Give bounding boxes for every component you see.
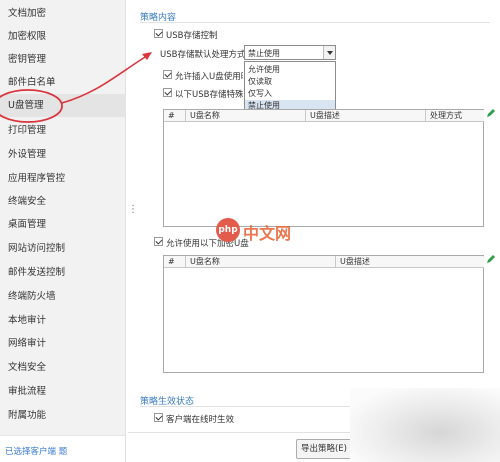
option-read-only[interactable]: 仅读取 — [245, 76, 335, 87]
sidebar-item-website-access-control[interactable]: 网站访问控制 — [0, 237, 126, 260]
usb-control-checkbox[interactable] — [154, 29, 163, 38]
sidebar-item-encryption-permission[interactable]: 加密权限 — [0, 25, 126, 48]
default-handling-select[interactable]: 禁止使用 — [244, 45, 336, 60]
selected-clients-link[interactable]: 已选择客户端 题 — [5, 445, 67, 457]
usb-special-table: # U盘名称 U盘描述 处理方式 — [163, 109, 484, 227]
sidebar-item-desktop-management[interactable]: 桌面管理 — [0, 213, 126, 236]
usb-control-label: USB存储控制 — [166, 31, 218, 41]
allow-following-checkbox[interactable] — [154, 237, 163, 246]
sidebar-item-auxiliary-functions[interactable]: 附属功能 — [0, 404, 126, 427]
table-header-usb-name: U盘名称 — [186, 256, 336, 268]
sidebar: 文档加密 加密权限 密钥管理 邮件白名单 U盘管理 打印管理 外设管理 应用程序… — [0, 0, 126, 435]
allow-insert-checkbox[interactable] — [163, 70, 172, 79]
table-header-index: # — [164, 110, 186, 122]
sidebar-item-mail-whitelist[interactable]: 邮件白名单 — [0, 71, 126, 94]
arrowhead — [142, 52, 152, 60]
table-header-index: # — [164, 256, 186, 268]
client-offline-checkbox[interactable] — [154, 413, 163, 422]
default-handling-dropdown: 允许使用 仅读取 仅写入 禁止使用 — [244, 61, 336, 113]
default-handling-value: 禁止使用 — [248, 49, 280, 58]
sidebar-item-print-management[interactable]: 打印管理 — [0, 119, 126, 142]
option-write-only[interactable]: 仅写入 — [245, 88, 335, 99]
table-header-usb-name: U盘名称 — [186, 110, 306, 122]
table-header-usb-desc: U盘描述 — [306, 110, 426, 122]
splitter-handle[interactable]: ⋮ — [128, 205, 138, 215]
allow-following-label: 允许使用以下加密U盘 — [166, 239, 249, 249]
edit-icon[interactable] — [486, 108, 496, 118]
divider — [140, 22, 490, 23]
option-allow-use[interactable]: 允许使用 — [245, 64, 335, 75]
sidebar-item-peripheral-management[interactable]: 外设管理 — [0, 143, 126, 166]
sidebar-item-key-management[interactable]: 密钥管理 — [0, 48, 126, 71]
edit-icon[interactable] — [486, 254, 496, 264]
table-header-handling: 处理方式 — [426, 110, 484, 122]
following-usb-checkbox[interactable] — [163, 88, 172, 97]
encrypted-usb-table: # U盘名称 U盘描述 — [163, 255, 484, 373]
sidebar-item-network-audit[interactable]: 网络审计 — [0, 332, 126, 355]
client-offline-label: 客户端在线时生效 — [166, 415, 235, 425]
table-header-usb-desc: U盘描述 — [336, 256, 484, 268]
allow-insert-label: 允许插入U盘使用时 — [175, 72, 243, 82]
blurred-corner — [350, 388, 500, 462]
sidebar-item-approval-flow[interactable]: 审批流程 — [0, 380, 126, 403]
following-usb-label: 以下USB存储特殊处 — [175, 90, 243, 100]
sidebar-item-endpoint-security[interactable]: 终端安全 — [0, 190, 126, 213]
default-handling-label: USB存储默认处理方式 — [160, 50, 246, 60]
sidebar-footer: 已选择客户端 题 — [0, 435, 126, 462]
export-policy-button[interactable]: 导出策略(E) — [296, 439, 352, 459]
sidebar-item-usb-management[interactable]: U盘管理 — [0, 94, 126, 117]
sidebar-item-document-encryption[interactable]: 文档加密 — [0, 2, 126, 25]
sidebar-item-document-security[interactable]: 文档安全 — [0, 356, 126, 379]
sidebar-item-application-control[interactable]: 应用程序管控 — [0, 167, 126, 190]
chevron-down-icon[interactable] — [323, 46, 335, 59]
watermark-text: 中文网 — [243, 224, 292, 243]
watermark-logo: php — [216, 218, 240, 242]
sidebar-item-local-audit[interactable]: 本地审计 — [0, 309, 126, 332]
sidebar-item-mail-send-control[interactable]: 邮件发送控制 — [0, 261, 126, 284]
sidebar-item-endpoint-firewall[interactable]: 终端防火墙 — [0, 285, 126, 308]
